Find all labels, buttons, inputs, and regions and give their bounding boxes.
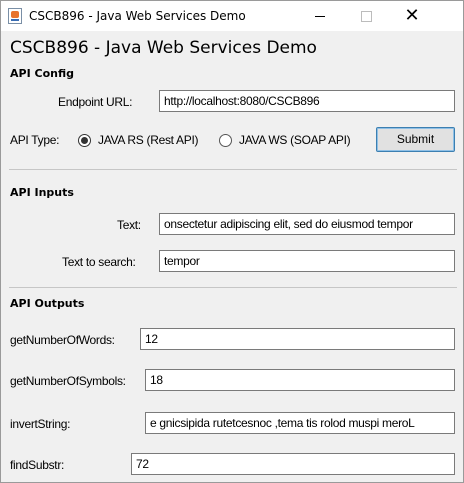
window-title: CSCB896 - Java Web Services Demo bbox=[29, 9, 246, 23]
text-to-search-label: Text to search: bbox=[62, 255, 136, 269]
section-api-outputs: API Outputs bbox=[10, 297, 85, 310]
output-field-words[interactable]: 12 bbox=[140, 328, 455, 350]
output-label-invert: invertString: bbox=[10, 417, 71, 431]
radio-java-rs-label[interactable]: JAVA RS (Rest API) bbox=[98, 133, 198, 147]
output-label-words: getNumberOfWords: bbox=[10, 333, 115, 347]
radio-java-ws[interactable] bbox=[219, 134, 232, 147]
endpoint-url-label: Endpoint URL: bbox=[58, 95, 133, 109]
output-label-symbols: getNumberOfSymbols: bbox=[10, 374, 126, 388]
app-window: CSCB896 - Java Web Services Demo ✕ CSCB8… bbox=[0, 0, 464, 483]
maximize-button[interactable] bbox=[343, 1, 389, 31]
output-field-symbols[interactable]: 18 bbox=[145, 369, 455, 391]
text-to-search-input[interactable]: tempor bbox=[159, 250, 455, 272]
minimize-icon bbox=[315, 16, 325, 18]
api-type-label: API Type: bbox=[10, 133, 60, 147]
output-field-invert[interactable]: e gnicsipida rutetcesnoc ,tema tis rolod… bbox=[145, 412, 455, 434]
text-label: Text: bbox=[117, 218, 141, 232]
endpoint-url-field[interactable]: http://localhost:8080/CSCB896 bbox=[159, 90, 455, 112]
title-bar: CSCB896 - Java Web Services Demo ✕ bbox=[1, 1, 463, 31]
output-field-findsubstr[interactable]: 72 bbox=[131, 453, 455, 475]
close-icon: ✕ bbox=[404, 5, 420, 26]
radio-java-rs[interactable] bbox=[78, 134, 91, 147]
close-button[interactable]: ✕ bbox=[389, 1, 435, 31]
page-title: CSCB896 - Java Web Services Demo bbox=[10, 38, 317, 58]
output-label-findsubstr: findSubstr: bbox=[10, 458, 65, 472]
java-app-icon bbox=[8, 8, 22, 24]
maximize-icon bbox=[360, 11, 372, 23]
radio-java-ws-label[interactable]: JAVA WS (SOAP API) bbox=[239, 133, 351, 147]
section-api-inputs: API Inputs bbox=[10, 186, 74, 199]
minimize-button[interactable] bbox=[297, 1, 343, 31]
submit-button[interactable]: Submit bbox=[376, 127, 455, 152]
divider-inputs-outputs bbox=[9, 287, 457, 288]
section-api-config: API Config bbox=[10, 67, 74, 80]
text-input[interactable]: onsectetur adipiscing elit, sed do eiusm… bbox=[159, 213, 455, 235]
divider-config-inputs bbox=[9, 169, 457, 170]
